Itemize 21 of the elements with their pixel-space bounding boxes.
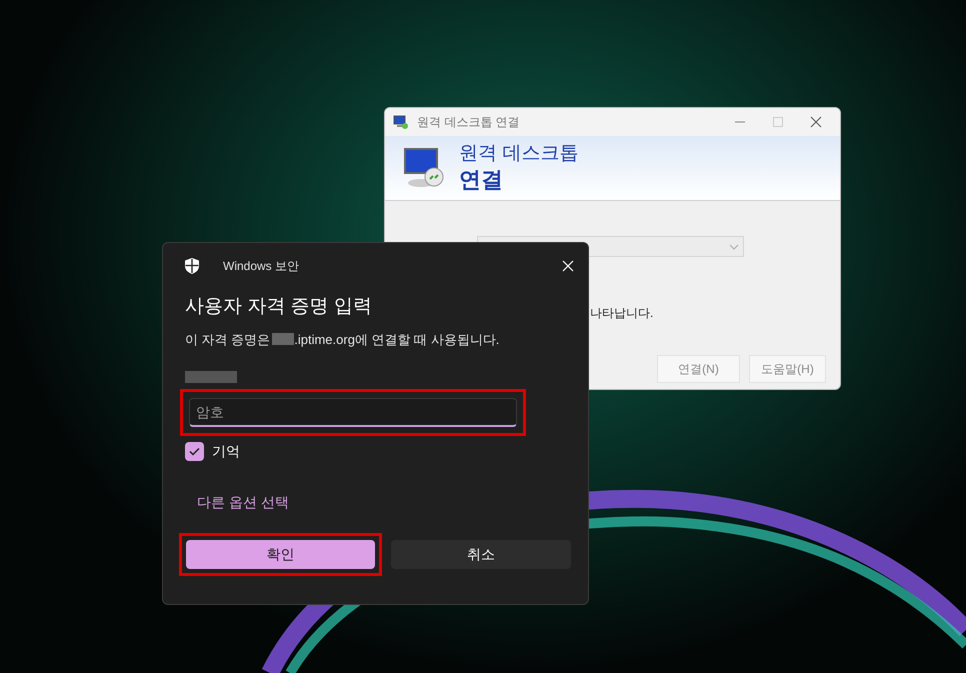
chevron-down-icon (729, 244, 739, 250)
message-text: 이 자격 증명은 (185, 330, 270, 348)
redacted-block (272, 333, 294, 346)
checkmark-icon (189, 447, 200, 456)
remember-checkbox[interactable] (185, 442, 204, 461)
ok-button[interactable]: 확인 (186, 540, 375, 569)
message-text: .iptime.org에 연결할 때 사용됩니다. (294, 330, 500, 349)
more-options-link[interactable]: 다른 옵션 선택 (197, 492, 289, 513)
window-title: 원격 데스크톱 연결 (417, 114, 520, 131)
monitor-icon (393, 114, 409, 130)
redacted-block (185, 371, 237, 383)
header-title: 원격 데스크톱 (459, 142, 578, 166)
header-title: 연결 (459, 166, 504, 194)
cancel-button[interactable]: 취소 (391, 540, 571, 569)
remember-label: 기억 (212, 442, 240, 461)
password-field[interactable]: 암호 (189, 398, 517, 427)
info-text: 나타납니다. (590, 305, 654, 322)
app-name: Windows 보안 (223, 258, 300, 274)
dialog-heading: 사용자 자격 증명 입력 (185, 295, 373, 319)
close-icon[interactable] (810, 116, 822, 128)
shield-icon (185, 258, 199, 274)
